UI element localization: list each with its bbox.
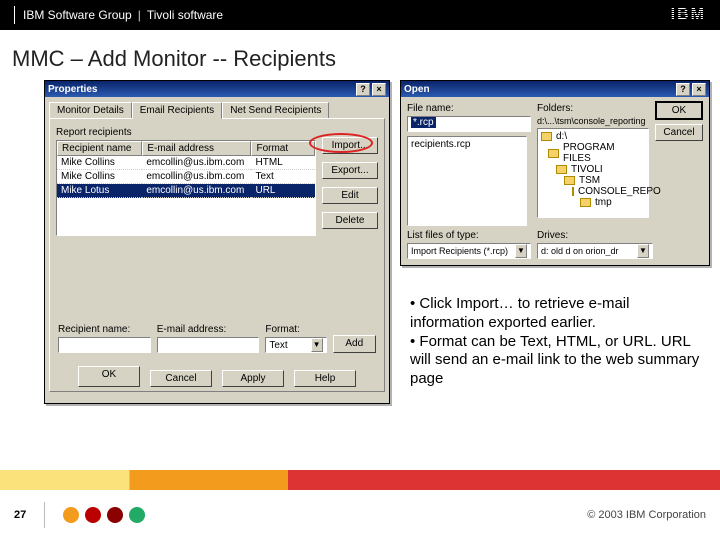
tab-netsend-recipients[interactable]: Net Send Recipients: [222, 102, 329, 119]
filename-label: File name:: [407, 103, 531, 114]
folder-icon: [572, 187, 574, 196]
topbar-sep: |: [138, 8, 141, 22]
close-icon[interactable]: ×: [692, 83, 706, 96]
properties-title: Properties: [48, 84, 97, 95]
folder-icon: [580, 198, 591, 207]
list-item[interactable]: TIVOLI: [540, 164, 646, 175]
topbar-divider: [14, 6, 15, 24]
drives-select[interactable]: d: old d on orion_dr ▼: [537, 243, 653, 259]
help-icon[interactable]: ?: [676, 83, 690, 96]
name-label: Recipient name:: [58, 324, 151, 335]
folder-icon: [556, 165, 567, 174]
ok-button[interactable]: OK: [78, 366, 140, 387]
table-row[interactable]: Mike Collins emcollin@us.ibm.com HTML: [57, 156, 315, 170]
email-recipients-panel: Report recipients Recipient name E-mail …: [49, 118, 385, 392]
open-ok-button[interactable]: OK: [655, 101, 703, 120]
dot-icon: [85, 507, 101, 523]
cancel-button[interactable]: Cancel: [150, 370, 212, 387]
topbar-product: Tivoli software: [147, 8, 223, 22]
tab-monitor-details[interactable]: Monitor Details: [49, 102, 132, 119]
filename-input[interactable]: *.rcp: [407, 116, 531, 132]
list-item[interactable]: d:\: [540, 131, 646, 142]
folder-icon: [541, 132, 552, 141]
apply-button[interactable]: Apply: [222, 370, 284, 387]
note-item: • Format can be Text, HTML, or URL. URL …: [410, 333, 700, 389]
dot-icon: [129, 507, 145, 523]
delete-button[interactable]: Delete: [322, 212, 378, 229]
page-title: MMC – Add Monitor -- Recipients: [0, 30, 720, 80]
list-item[interactable]: tmp: [540, 197, 646, 208]
recipient-name-input[interactable]: [58, 337, 151, 353]
email-input[interactable]: [157, 337, 260, 353]
tabs: Monitor Details Email Recipients Net Sen…: [45, 97, 389, 118]
side-buttons: Import... Export... Edit Delete: [322, 137, 378, 229]
folder-list[interactable]: d:\ PROGRAM FILES TIVOLI TSM CONSOLE_REP…: [537, 128, 649, 218]
open-titlebar[interactable]: Open ? ×: [401, 81, 709, 97]
footer-icons: [63, 507, 145, 523]
table-row[interactable]: Mike Collins emcollin@us.ibm.com Text: [57, 170, 315, 184]
chevron-down-icon[interactable]: ▼: [515, 244, 527, 258]
footer-divider: [44, 502, 45, 528]
help-button[interactable]: Help: [294, 370, 356, 387]
open-cancel-button[interactable]: Cancel: [655, 124, 703, 141]
type-label: List files of type:: [407, 230, 531, 241]
folder-icon: [564, 176, 575, 185]
note-item: • Click Import… to retrieve e-mail infor…: [410, 295, 700, 333]
col-recipient-name[interactable]: Recipient name: [57, 141, 142, 156]
email-label: E-mail address:: [157, 324, 260, 335]
drives-label: Drives:: [537, 230, 653, 241]
export-button[interactable]: Export...: [322, 162, 378, 179]
folders-path: d:\...\tsm\console_reporting: [537, 116, 653, 126]
list-item[interactable]: recipients.rcp: [410, 139, 524, 150]
import-button[interactable]: Import...: [322, 137, 378, 154]
open-dialog: Open ? × File name: *.rcp recipients.rcp…: [400, 80, 710, 266]
notes: • Click Import… to retrieve e-mail infor…: [410, 295, 700, 389]
copyright: © 2003 IBM Corporation: [587, 509, 706, 521]
footer: 27 © 2003 IBM Corporation: [0, 470, 720, 540]
chevron-down-icon[interactable]: ▼: [311, 338, 323, 352]
topbar-group: IBM Software Group: [23, 8, 132, 22]
format-select[interactable]: Text ▼: [265, 337, 326, 353]
footer-colorbar: [0, 470, 720, 490]
properties-titlebar[interactable]: Properties ? ×: [45, 81, 389, 97]
add-button[interactable]: Add: [333, 335, 376, 353]
help-icon[interactable]: ?: [356, 83, 370, 96]
edit-button[interactable]: Edit: [322, 187, 378, 204]
list-item[interactable]: TSM: [540, 175, 646, 186]
page-number: 27: [14, 509, 26, 521]
col-email[interactable]: E-mail address: [142, 141, 251, 156]
close-icon[interactable]: ×: [372, 83, 386, 96]
properties-window: Properties ? × Monitor Details Email Rec…: [44, 80, 390, 404]
ibm-logo: IBM: [671, 6, 706, 24]
chevron-down-icon[interactable]: ▼: [637, 244, 649, 258]
list-item[interactable]: CONSOLE_REPO: [540, 186, 646, 197]
type-select[interactable]: Import Recipients (*.rcp) ▼: [407, 243, 531, 259]
folder-icon: [548, 149, 559, 158]
top-bar: IBM Software Group | Tivoli software IBM: [0, 0, 720, 30]
dot-icon: [63, 507, 79, 523]
recipients-grid[interactable]: Recipient name E-mail address Format Mik…: [56, 140, 316, 236]
folders-label: Folders:: [537, 103, 653, 114]
format-label: Format:: [265, 324, 326, 335]
dot-icon: [107, 507, 123, 523]
tab-email-recipients[interactable]: Email Recipients: [132, 102, 222, 119]
list-item[interactable]: PROGRAM FILES: [540, 142, 646, 164]
col-format[interactable]: Format: [251, 141, 315, 156]
file-list[interactable]: recipients.rcp: [407, 136, 527, 226]
open-title: Open: [404, 84, 430, 95]
table-row-selected[interactable]: Mike Lotus emcollin@us.ibm.com URL: [57, 184, 315, 198]
